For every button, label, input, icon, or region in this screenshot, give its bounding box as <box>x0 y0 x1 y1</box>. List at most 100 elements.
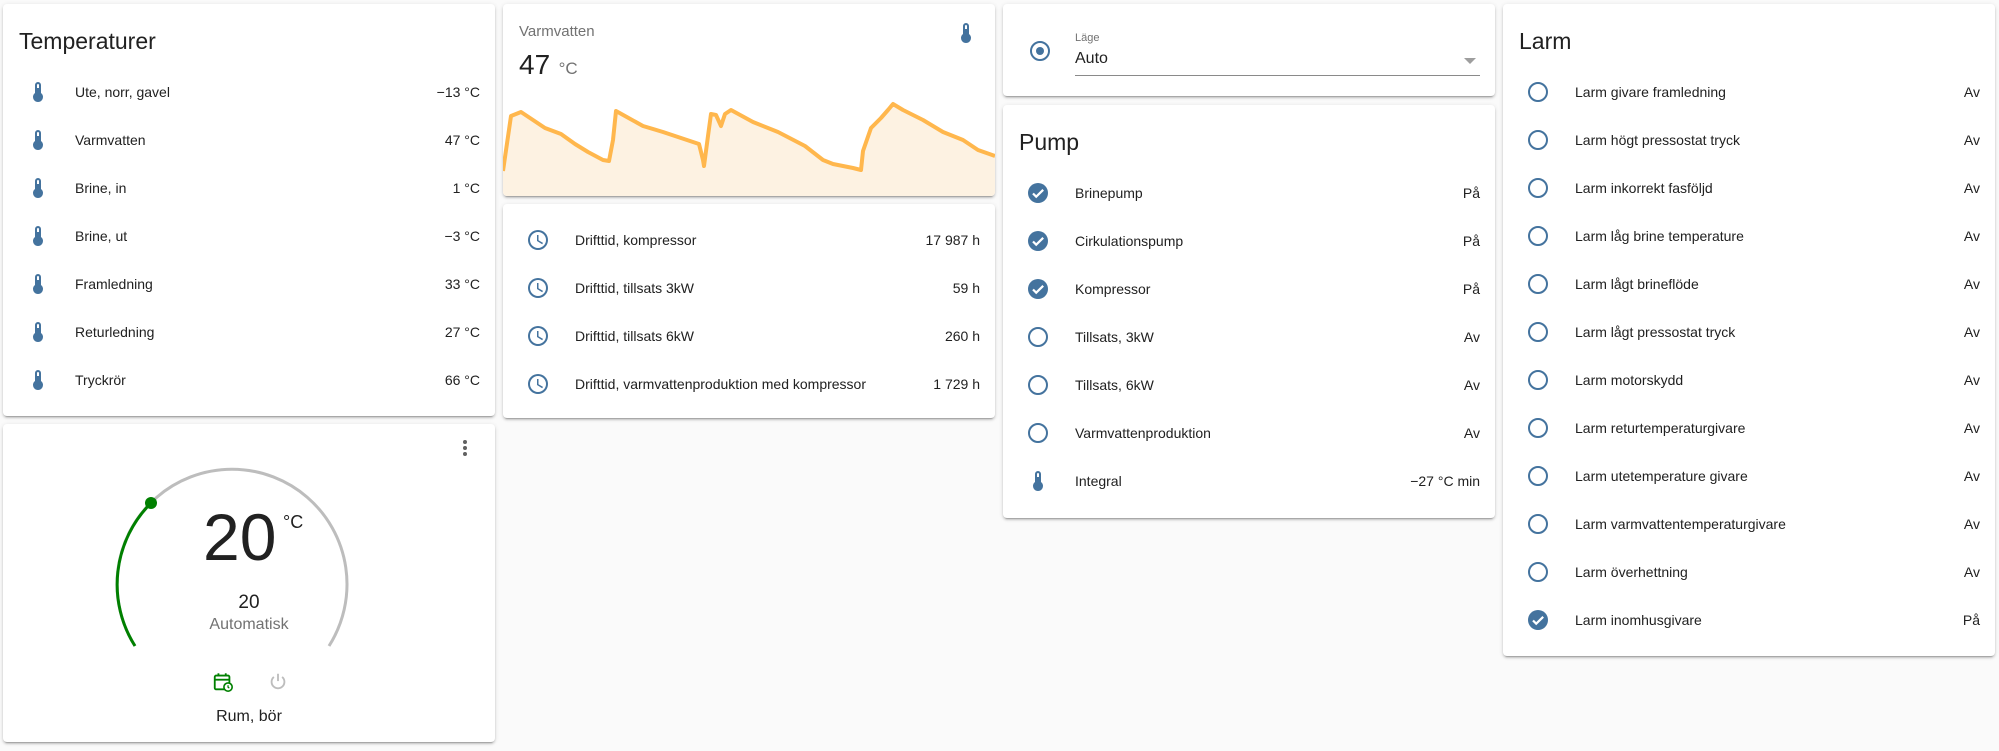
circle-outline-icon <box>1024 419 1052 447</box>
check-circle-icon <box>1524 606 1552 634</box>
sensor-name: Varmvatten <box>519 23 595 40</box>
list-item[interactable]: Brine, in 1 °C <box>3 168 495 208</box>
list-item-value: Av <box>1963 84 1980 100</box>
list-item-label: Tryckrör <box>75 372 126 388</box>
circle-outline-icon <box>1024 371 1052 399</box>
list-item-value: Av <box>1963 228 1980 244</box>
list-item-value: −27 °C min <box>1410 473 1480 489</box>
sensor-value: 47 <box>519 49 551 80</box>
list-item[interactable]: Integral −27 °C min <box>1003 461 1495 501</box>
list-item[interactable]: Cirkulationspump På <box>1003 221 1495 261</box>
radio-icon <box>1028 39 1052 63</box>
thermostat-target: 20 <box>238 592 260 613</box>
list-item[interactable]: Returledning 27 °C <box>3 312 495 352</box>
mode-select-value: Auto <box>1075 50 1108 67</box>
list-item-label: Larm inomhusgivare <box>1575 612 1702 628</box>
list-item[interactable]: Ute, norr, gavel −13 °C <box>3 72 495 112</box>
list-item[interactable]: Larm returtemperaturgivare Av <box>1503 408 1995 448</box>
card-title: Pump <box>1019 129 1080 155</box>
circle-outline-icon <box>1524 366 1552 394</box>
list-item-label: Larm lågt brineflöde <box>1575 276 1699 292</box>
thermostat-handle <box>145 497 157 509</box>
list-item[interactable]: Framledning 33 °C <box>3 264 495 304</box>
list-item[interactable]: Varmvattenproduktion Av <box>1003 413 1495 453</box>
list-item[interactable]: Larm varmvattentemperaturgivare Av <box>1503 504 1995 544</box>
list-item[interactable]: Varmvatten 47 °C <box>3 120 495 160</box>
list-item[interactable]: Drifttid, tillsats 3kW 59 h <box>503 268 995 308</box>
list-item-label: Larm returtemperaturgivare <box>1575 420 1746 436</box>
list-item[interactable]: Larm motorskydd Av <box>1503 360 1995 400</box>
thermostat-dial[interactable] <box>3 424 495 742</box>
list-item[interactable]: Larm inomhusgivare På <box>1503 600 1995 640</box>
list-item[interactable]: Brine, ut −3 °C <box>3 216 495 256</box>
list-item-value: 1 °C <box>452 180 480 196</box>
check-circle-icon <box>1024 227 1052 255</box>
list-item[interactable]: Larm utetemperature givare Av <box>1503 456 1995 496</box>
list-item[interactable]: Tryckrör 66 °C <box>3 360 495 400</box>
list-item[interactable]: Larm inkorrekt fasföljd Av <box>1503 168 1995 208</box>
list-item[interactable]: Larm överhettning Av <box>1503 552 1995 592</box>
mode-select-label: Läge <box>1075 32 1100 44</box>
list-item[interactable]: Drifttid, varmvattenproduktion med kompr… <box>503 364 995 404</box>
list-item-label: Kompressor <box>1075 281 1151 297</box>
list-item[interactable]: Larm givare framledning Av <box>1503 72 1995 112</box>
list-item[interactable]: Tillsats, 3kW Av <box>1003 317 1495 357</box>
list-item-label: Tillsats, 6kW <box>1075 377 1154 393</box>
list-item-value: Av <box>1963 180 1980 196</box>
list-item-label: Brinepump <box>1075 185 1143 201</box>
list-item-label: Drifttid, varmvattenproduktion med kompr… <box>575 376 866 392</box>
list-item-label: Returledning <box>75 324 155 340</box>
check-circle-icon <box>1024 275 1052 303</box>
list-item[interactable]: Larm lågt brineflöde Av <box>1503 264 1995 304</box>
list-item-value: Av <box>1963 420 1980 436</box>
list-item-label: Varmvatten <box>75 132 146 148</box>
varmvatten-graph-card[interactable]: Varmvatten 47 °C <box>503 4 995 196</box>
thermometer-icon <box>24 174 52 202</box>
list-item-label: Larm motorskydd <box>1575 372 1684 388</box>
clock-icon <box>524 370 552 398</box>
sensor-unit: °C <box>558 59 578 78</box>
list-item[interactable]: Larm lågt pressostat tryck Av <box>1503 312 1995 352</box>
list-item-value: På <box>1462 233 1480 249</box>
list-item[interactable]: Larm låg brine temperature Av <box>1503 216 1995 256</box>
mode-select[interactable]: Läge Auto <box>1075 30 1480 76</box>
power-icon[interactable] <box>267 671 289 693</box>
list-item-value: 27 °C <box>444 324 480 340</box>
check-circle-icon <box>1024 179 1052 207</box>
list-item-value: Av <box>1963 564 1980 580</box>
list-item-label: Larm högt pressostat tryck <box>1575 132 1740 148</box>
list-item[interactable]: Larm högt pressostat tryck Av <box>1503 120 1995 160</box>
list-item-value: 17 987 h <box>925 232 981 248</box>
thermostat-mode: Automatisk <box>209 616 289 633</box>
list-item[interactable]: Brinepump På <box>1003 173 1495 213</box>
list-item[interactable]: Tillsats, 6kW Av <box>1003 365 1495 405</box>
list-item-value: På <box>1462 281 1480 297</box>
thermostat-unit: °C <box>283 512 304 532</box>
circle-outline-icon <box>1524 318 1552 346</box>
list-item-value: Av <box>1963 324 1980 340</box>
pump-card: Pump Brinepump På Cirkulationspump På Kompre… <box>1003 105 1495 518</box>
list-item[interactable]: Drifttid, kompressor 17 987 h <box>503 220 995 260</box>
list-item-value: Av <box>1963 372 1980 388</box>
list-item-label: Brine, in <box>75 180 127 196</box>
list-item-value: 59 h <box>952 280 980 296</box>
clock-icon <box>524 322 552 350</box>
list-item-value: På <box>1962 612 1980 628</box>
history-graph <box>503 102 995 196</box>
thermometer-icon <box>24 78 52 106</box>
list-item[interactable]: Drifttid, tillsats 6kW 260 h <box>503 316 995 356</box>
calendar-clock-icon[interactable] <box>212 671 234 693</box>
list-item-value: 260 h <box>944 328 980 344</box>
circle-outline-icon <box>1024 323 1052 351</box>
list-item-value: Av <box>1463 329 1480 345</box>
list-item[interactable]: Kompressor På <box>1003 269 1495 309</box>
list-item-value: Av <box>1963 516 1980 532</box>
list-item-value: 66 °C <box>444 372 480 388</box>
list-item-label: Larm överhettning <box>1575 564 1688 580</box>
list-item-value: Av <box>1963 132 1980 148</box>
thermometer-icon <box>24 222 52 250</box>
larm-card: Larm Larm givare framledning Av Larm högt … <box>1503 4 1995 656</box>
list-item-value: På <box>1462 185 1480 201</box>
list-item-label: Tillsats, 3kW <box>1075 329 1154 345</box>
list-item-label: Larm låg brine temperature <box>1575 228 1744 244</box>
